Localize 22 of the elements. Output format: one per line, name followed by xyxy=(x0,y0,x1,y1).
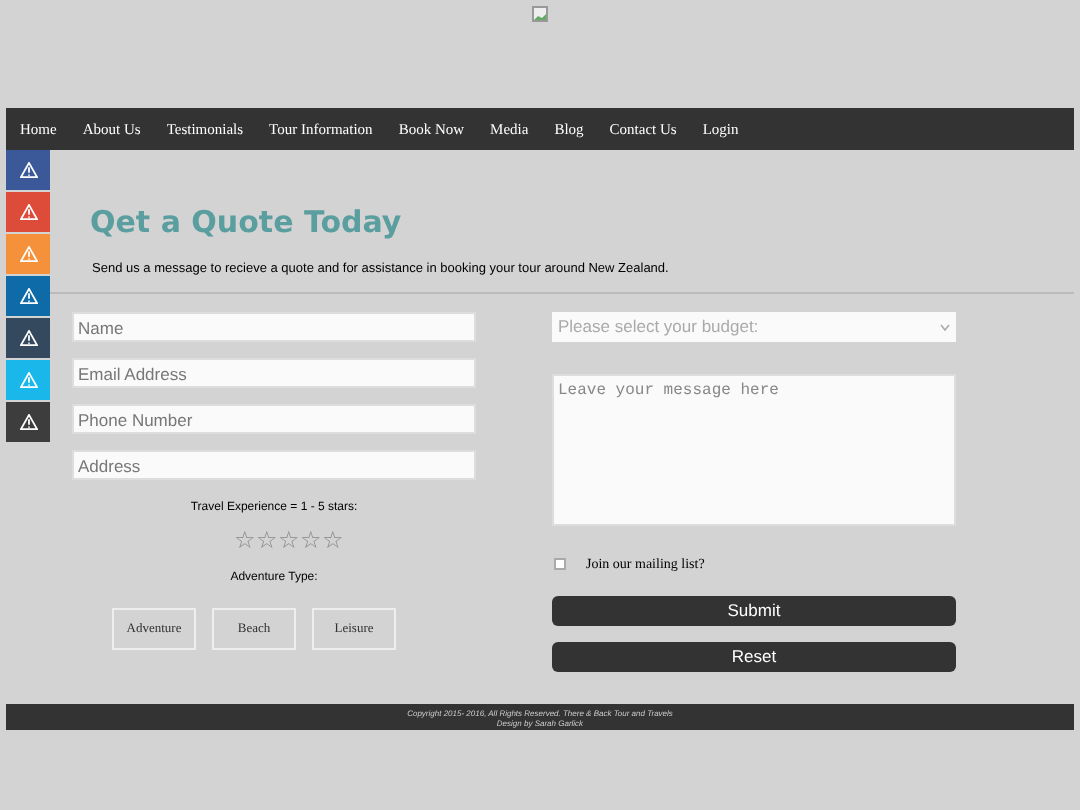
warning-icon xyxy=(19,330,37,346)
social-button[interactable] xyxy=(6,276,50,318)
checkbox[interactable] xyxy=(554,558,566,571)
text-field[interactable]: Phone Number xyxy=(72,404,476,435)
reset-button[interactable]: Reset xyxy=(552,642,956,673)
social-button[interactable] xyxy=(6,402,50,444)
warning-icon xyxy=(19,414,37,430)
page-title: Qet a Quote Today xyxy=(90,202,404,244)
warning-icon xyxy=(19,246,37,262)
message-field[interactable]: Leave your message here xyxy=(552,374,956,527)
text-field[interactable]: Name xyxy=(72,312,476,343)
text-field[interactable]: Address xyxy=(72,450,476,481)
warning-icon xyxy=(19,288,37,304)
text-field[interactable]: Email Address xyxy=(72,358,476,389)
broken-image-icon xyxy=(532,6,548,22)
social-button[interactable] xyxy=(6,150,50,192)
social-button[interactable] xyxy=(6,318,50,360)
warning-icon xyxy=(19,204,37,220)
submit-button[interactable]: Submit xyxy=(552,596,956,627)
warning-icon xyxy=(19,372,37,388)
chevron-down-icon xyxy=(940,323,950,332)
warning-icon xyxy=(19,162,37,178)
